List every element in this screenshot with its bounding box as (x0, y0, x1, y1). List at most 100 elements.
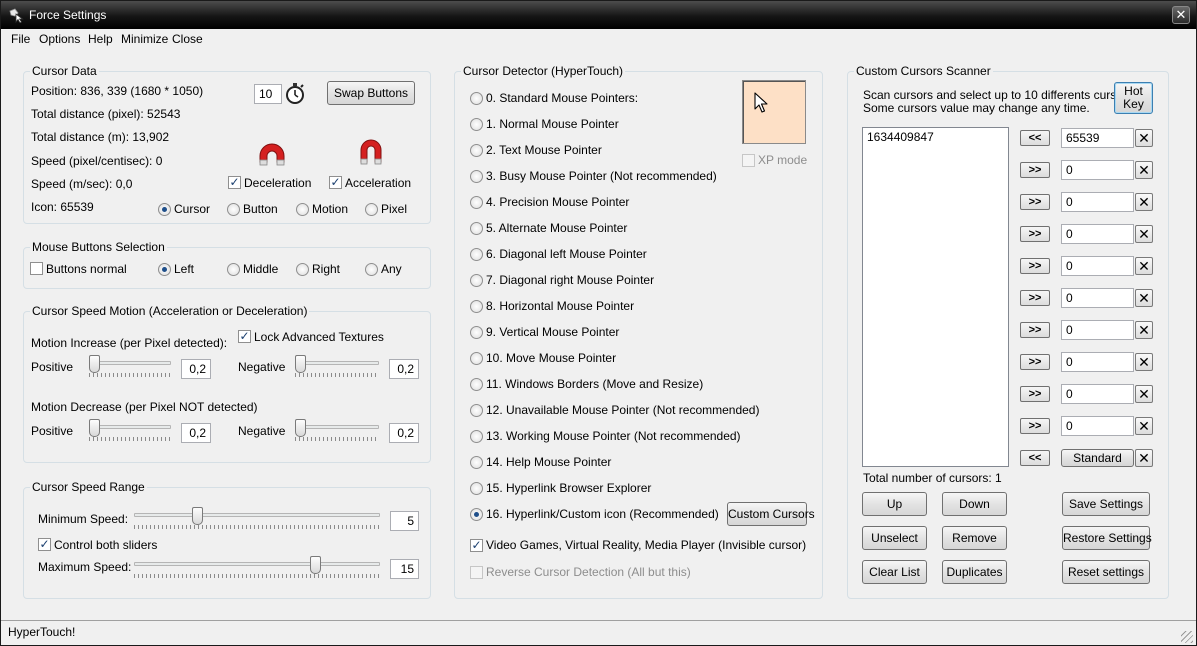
slot-value-10[interactable]: 0 (1061, 416, 1134, 436)
button-middle-radio[interactable] (227, 263, 240, 276)
detector-radio-8[interactable] (470, 300, 483, 313)
menu-help[interactable]: Help (88, 32, 113, 46)
minimum-speed-value[interactable]: 5 (390, 511, 419, 531)
mode-cursor-radio[interactable] (158, 203, 171, 216)
menu-file[interactable]: File (11, 32, 30, 46)
slot-nav-button-7[interactable]: >> (1020, 322, 1050, 338)
detector-radio-0[interactable] (470, 92, 483, 105)
up-button[interactable]: Up (862, 492, 927, 516)
increase-negative-slider[interactable] (295, 355, 379, 379)
window-close-button[interactable]: ✕ (1172, 6, 1190, 24)
slider-thumb[interactable] (89, 419, 100, 437)
detector-radio-15[interactable] (470, 482, 483, 495)
slot-remove-button-3[interactable]: ✕ (1135, 193, 1153, 211)
slot-remove-button-7[interactable]: ✕ (1135, 321, 1153, 339)
detector-radio-9[interactable] (470, 326, 483, 339)
hot-key-button[interactable]: Hot Key (1114, 82, 1153, 114)
slider-thumb[interactable] (192, 507, 203, 525)
slot-value-9[interactable]: 0 (1061, 384, 1134, 404)
slot-nav-button-3[interactable]: >> (1020, 194, 1050, 210)
detector-radio-14[interactable] (470, 456, 483, 469)
restore-settings-button[interactable]: Restore Settings (1062, 526, 1152, 550)
detector-radio-6[interactable] (470, 248, 483, 261)
custom-cursors-button[interactable]: Custom Cursors (727, 502, 815, 526)
stopwatch-icon[interactable] (284, 82, 306, 104)
standard-nav-button[interactable]: << (1020, 450, 1050, 466)
detector-radio-2[interactable] (470, 144, 483, 157)
acceleration-checkbox[interactable]: ✓ (329, 176, 342, 189)
increase-negative-value[interactable]: 0,2 (389, 359, 419, 379)
slider-thumb[interactable] (310, 556, 321, 574)
slot-remove-button-5[interactable]: ✕ (1135, 257, 1153, 275)
mode-button-radio[interactable] (227, 203, 240, 216)
slot-remove-button-4[interactable]: ✕ (1135, 225, 1153, 243)
control-both-checkbox[interactable]: ✓ (38, 538, 51, 551)
slot-value-2[interactable]: 0 (1061, 160, 1134, 180)
decrease-positive-value[interactable]: 0,2 (181, 423, 211, 443)
mode-motion-radio[interactable] (296, 203, 309, 216)
slot-remove-button-1[interactable]: ✕ (1135, 129, 1153, 147)
slot-nav-button-1[interactable]: << (1020, 130, 1050, 146)
detector-radio-7[interactable] (470, 274, 483, 287)
slot-nav-button-5[interactable]: >> (1020, 258, 1050, 274)
button-left-radio[interactable] (158, 263, 171, 276)
minimum-speed-slider[interactable] (134, 507, 380, 531)
detector-radio-5[interactable] (470, 222, 483, 235)
standard-remove-button[interactable]: ✕ (1135, 449, 1153, 467)
button-right-radio[interactable] (296, 263, 309, 276)
reset-settings-button[interactable]: Reset settings (1062, 560, 1150, 584)
slot-nav-button-8[interactable]: >> (1020, 354, 1050, 370)
decrease-positive-slider[interactable] (89, 419, 171, 443)
slider-thumb[interactable] (89, 355, 100, 373)
slot-nav-button-2[interactable]: >> (1020, 162, 1050, 178)
mode-pixel-radio[interactable] (365, 203, 378, 216)
detector-radio-12[interactable] (470, 404, 483, 417)
resize-grip[interactable] (1181, 631, 1193, 643)
deceleration-checkbox[interactable]: ✓ (228, 176, 241, 189)
unselect-button[interactable]: Unselect (862, 526, 927, 550)
reverse-detection-checkbox[interactable] (470, 566, 483, 579)
slot-value-4[interactable]: 0 (1061, 224, 1134, 244)
slot-value-6[interactable]: 0 (1061, 288, 1134, 308)
menu-minimize[interactable]: Minimize (121, 32, 168, 46)
slot-value-7[interactable]: 0 (1061, 320, 1134, 340)
down-button[interactable]: Down (942, 492, 1007, 516)
increase-positive-slider[interactable] (89, 355, 171, 379)
slot-remove-button-2[interactable]: ✕ (1135, 161, 1153, 179)
slot-remove-button-10[interactable]: ✕ (1135, 417, 1153, 435)
cursor-list[interactable]: 1634409847 (862, 127, 1009, 467)
button-any-radio[interactable] (365, 263, 378, 276)
slot-value-5[interactable]: 0 (1061, 256, 1134, 276)
standard-button[interactable]: Standard (1061, 449, 1134, 467)
slot-nav-button-6[interactable]: >> (1020, 290, 1050, 306)
slider-thumb[interactable] (295, 419, 306, 437)
decrease-negative-value[interactable]: 0,2 (389, 423, 419, 443)
slot-nav-button-10[interactable]: >> (1020, 418, 1050, 434)
increase-positive-value[interactable]: 0,2 (181, 359, 211, 379)
detector-radio-4[interactable] (470, 196, 483, 209)
maximum-speed-slider[interactable] (134, 556, 380, 580)
detector-radio-13[interactable] (470, 430, 483, 443)
menu-close[interactable]: Close (172, 32, 203, 46)
slot-remove-button-6[interactable]: ✕ (1135, 289, 1153, 307)
timer-input[interactable]: 10 (254, 84, 282, 104)
save-settings-button[interactable]: Save Settings (1062, 492, 1150, 516)
swap-buttons-button[interactable]: Swap Buttons (327, 81, 415, 105)
menu-options[interactable]: Options (39, 32, 80, 46)
slot-value-3[interactable]: 0 (1061, 192, 1134, 212)
decrease-negative-slider[interactable] (295, 419, 379, 443)
slot-nav-button-9[interactable]: >> (1020, 386, 1050, 402)
list-item[interactable]: 1634409847 (867, 130, 934, 144)
detector-radio-3[interactable] (470, 170, 483, 183)
lock-textures-checkbox[interactable]: ✓ (238, 330, 251, 343)
detector-radio-11[interactable] (470, 378, 483, 391)
xp-mode-checkbox[interactable] (742, 154, 755, 167)
slot-remove-button-8[interactable]: ✕ (1135, 353, 1153, 371)
slot-value-8[interactable]: 0 (1061, 352, 1134, 372)
maximum-speed-value[interactable]: 15 (390, 559, 419, 579)
slot-value-1[interactable]: 65539 (1061, 128, 1134, 148)
clear-list-button[interactable]: Clear List (862, 560, 927, 584)
detector-radio-16[interactable] (470, 508, 483, 521)
duplicates-button[interactable]: Duplicates (942, 560, 1007, 584)
slot-nav-button-4[interactable]: >> (1020, 226, 1050, 242)
